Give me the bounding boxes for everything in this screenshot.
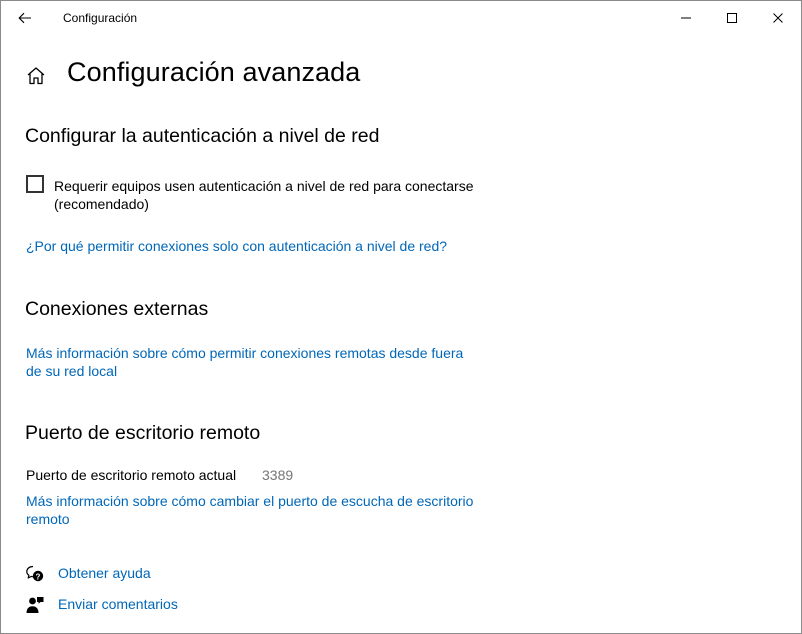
remote-port-value: 3389 (262, 467, 294, 483)
home-button[interactable] (25, 65, 47, 87)
get-help-link[interactable]: Obtener ayuda (58, 565, 151, 581)
close-icon (773, 12, 783, 23)
nla-checkbox-label[interactable]: Requerir equipos usen autenticación a ni… (54, 177, 484, 213)
minimize-button[interactable] (663, 1, 709, 34)
nla-heading: Configurar la autenticación a nivel de r… (25, 125, 380, 147)
help-chat-icon: ? (25, 564, 45, 584)
remote-port-heading: Puerto de escritorio remoto (25, 422, 261, 444)
external-connections-heading: Conexiones externas (25, 298, 209, 320)
maximize-icon (727, 12, 737, 23)
external-connections-link[interactable]: Más información sobre cómo permitir cone… (26, 344, 476, 380)
nla-checkbox[interactable] (26, 175, 44, 193)
svg-text:?: ? (36, 572, 41, 581)
title-bar: Configuración (1, 1, 801, 34)
remote-port-label: Puerto de escritorio remoto actual (26, 467, 237, 483)
settings-window: Configuración Configuración avanzada Con… (0, 0, 802, 634)
feedback-person-icon (25, 595, 45, 615)
nla-why-link[interactable]: ¿Por qué permitir conexiones solo con au… (26, 237, 447, 255)
page-title: Configuración avanzada (67, 57, 361, 87)
send-feedback-link[interactable]: Enviar comentarios (58, 596, 178, 612)
maximize-button[interactable] (709, 1, 755, 34)
window-title: Configuración (63, 11, 138, 25)
change-port-link[interactable]: Más información sobre cómo cambiar el pu… (26, 492, 486, 528)
back-button[interactable] (11, 6, 39, 30)
home-icon (27, 67, 45, 85)
back-arrow-icon (18, 12, 31, 24)
minimize-icon (681, 17, 691, 18)
close-button[interactable] (755, 1, 801, 34)
